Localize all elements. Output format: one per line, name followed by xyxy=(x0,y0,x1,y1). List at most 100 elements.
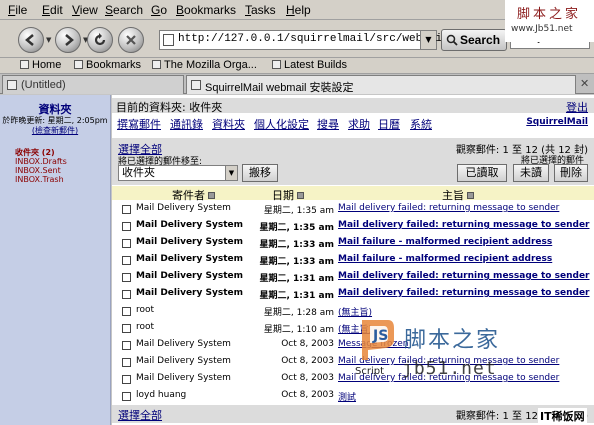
row-date: 星期二, 1:28 am xyxy=(263,308,334,318)
url-history-dropdown-icon[interactable]: ▼ xyxy=(420,31,436,49)
tab-untitled[interactable]: (Untitled) xyxy=(2,75,184,94)
menu-search[interactable]: Search xyxy=(105,3,143,17)
url-bar[interactable]: http://127.0.0.1/squirrelmail/src/webmai… xyxy=(159,30,475,50)
row-from: Mail Delivery System xyxy=(136,288,243,298)
menu-bookmarks[interactable]: Bookmarks xyxy=(176,3,236,17)
menu-file[interactable]: File xyxy=(8,3,27,17)
logout-link[interactable]: 登出 xyxy=(566,99,588,115)
search-button[interactable]: Search xyxy=(441,29,507,51)
row-from: root xyxy=(136,305,155,315)
bookmark-label: Home xyxy=(32,59,62,71)
delete-button[interactable]: 刪除 xyxy=(554,164,588,182)
row-from: Mail Delivery System xyxy=(136,271,243,281)
current-folder-label: 目前的資料夾: 收件夾 xyxy=(116,101,223,114)
link-help[interactable]: 求助 xyxy=(348,116,370,132)
stop-button[interactable] xyxy=(118,27,144,53)
mark-unread-button[interactable]: 未讀 xyxy=(513,164,549,182)
move-folder-select[interactable]: 收件夾 ▼ xyxy=(118,165,238,181)
row-checkbox[interactable] xyxy=(122,256,131,265)
link-folders[interactable]: 資料夾 xyxy=(212,116,245,132)
row-subject-link[interactable]: Mail delivery failed: returning message … xyxy=(338,203,592,213)
row-checkbox[interactable] xyxy=(122,307,131,316)
row-checkbox[interactable] xyxy=(122,392,131,401)
folder-sent[interactable]: INBOX.Sent xyxy=(15,166,61,175)
link-options[interactable]: 個人化設定 xyxy=(254,116,309,132)
select-all-link-bottom[interactable]: 選擇全部 xyxy=(118,407,162,423)
mark-read-button[interactable]: 已讀取 xyxy=(457,164,507,182)
table-row[interactable]: Mail Delivery System 星期二, 1:31 am Mail del… xyxy=(112,269,594,286)
row-checkbox[interactable] xyxy=(122,239,131,248)
reload-button[interactable] xyxy=(87,27,113,53)
row-checkbox[interactable] xyxy=(122,358,131,367)
row-date: Oct 8, 2003 xyxy=(281,373,334,383)
check-mail-link[interactable]: (檢查新郵件) xyxy=(0,125,110,136)
back-button[interactable] xyxy=(18,27,44,53)
link-search[interactable]: 搜尋 xyxy=(317,116,339,132)
link-system[interactable]: 系統 xyxy=(410,116,432,132)
home-icon xyxy=(20,60,29,69)
row-checkbox[interactable] xyxy=(122,375,131,384)
row-subject-link[interactable]: Mail failure - malformed recipient addre… xyxy=(338,254,592,264)
bookmark-home[interactable]: Home xyxy=(20,59,61,71)
menu-view[interactable]: View xyxy=(72,3,98,17)
table-row[interactable]: Mail Delivery System 星期二, 1:31 am Mail del… xyxy=(112,286,594,303)
row-subject-link[interactable]: Mail failure - malformed recipient addre… xyxy=(338,237,592,247)
link-addresses[interactable]: 通訊錄 xyxy=(170,116,203,132)
bookmark-latest-builds[interactable]: Latest Builds xyxy=(272,59,347,71)
sort-icon[interactable] xyxy=(297,192,304,199)
tab-page-icon xyxy=(191,80,201,90)
table-row[interactable]: Mail Delivery System 星期二, 1:33 am Mail fai… xyxy=(112,235,594,252)
watermark-big-text: 脚本之家 xyxy=(404,328,501,353)
row-checkbox[interactable] xyxy=(122,205,131,214)
sort-icon[interactable] xyxy=(467,192,474,199)
close-tab-icon[interactable]: ✕ xyxy=(580,77,589,90)
bookmark-label: Latest Builds xyxy=(284,59,347,71)
forward-arrow-icon xyxy=(65,34,74,46)
menu-go[interactable]: Go xyxy=(151,3,167,17)
link-calendar[interactable]: 日曆 xyxy=(378,116,400,132)
row-from: root xyxy=(136,322,155,332)
row-subject-link[interactable]: 測試 xyxy=(338,390,592,403)
table-row[interactable]: loyd huang Oct 8, 2003 測試 xyxy=(112,388,594,405)
table-row[interactable]: Mail Delivery System 星期二, 1:35 am Mail del… xyxy=(112,201,594,218)
watermark-bottom-text: IT稀饭网 xyxy=(538,408,587,424)
squirrelmail-link[interactable]: SquirrelMail xyxy=(526,117,588,127)
row-subject-link[interactable]: Mail delivery failed: returning message … xyxy=(338,288,592,298)
menu-help[interactable]: Help xyxy=(286,3,311,17)
message-controls: 選擇全部 觀察郵件: 1 至 12 (共 12 封) 將已選擇的郵件移至: 將已… xyxy=(112,138,594,185)
forward-button[interactable] xyxy=(55,27,81,53)
menu-tasks[interactable]: Tasks xyxy=(245,3,276,17)
sort-icon[interactable] xyxy=(208,192,215,199)
row-checkbox[interactable] xyxy=(122,324,131,333)
row-date: 星期二, 1:33 am xyxy=(259,257,334,267)
watermark-top: 脚本之家 www.Jb51.net xyxy=(505,0,594,42)
row-subject-link[interactable]: Mail delivery failed: returning message … xyxy=(338,271,592,281)
folder-trash[interactable]: INBOX.Trash xyxy=(15,175,64,184)
bookmark-mozilla[interactable]: The Mozilla Orga... xyxy=(152,59,257,71)
row-checkbox[interactable] xyxy=(122,341,131,350)
search-button-label: Search xyxy=(460,33,501,47)
table-row[interactable]: Mail Delivery System 星期二, 1:33 am Mail fai… xyxy=(112,252,594,269)
row-from: Mail Delivery System xyxy=(136,203,231,213)
row-checkbox[interactable] xyxy=(122,222,131,231)
menu-edit[interactable]: Edit xyxy=(42,3,63,17)
row-checkbox[interactable] xyxy=(122,290,131,299)
table-row[interactable]: Mail Delivery System Oct 8, 2003 Message f… xyxy=(112,337,594,354)
table-row[interactable]: root 星期二, 1:10 am (無主旨) xyxy=(112,320,594,337)
row-subject-link[interactable]: Mail delivery failed: returning message … xyxy=(338,220,592,230)
tab-squirrelmail[interactable]: SquirrelMail webmail 安裝設定 xyxy=(186,75,576,94)
table-row[interactable]: Mail Delivery System Oct 8, 2003 Mail deli… xyxy=(112,354,594,371)
bookmark-page-icon xyxy=(272,60,281,69)
table-row[interactable]: Mail Delivery System Oct 8, 2003 Mail deli… xyxy=(112,371,594,388)
bookmark-bookmarks[interactable]: Bookmarks xyxy=(74,59,141,71)
move-button[interactable]: 搬移 xyxy=(242,164,278,182)
tab-page-icon xyxy=(7,80,17,90)
tab-label: SquirrelMail webmail 安裝設定 xyxy=(205,82,354,94)
message-list-pane: 目前的資料夾: 收件夾 登出 撰寫郵件 通訊錄 資料夾 個人化設定 搜尋 求助 … xyxy=(112,95,594,425)
row-checkbox[interactable] xyxy=(122,273,131,282)
table-row[interactable]: root 星期二, 1:28 am (無主旨) xyxy=(112,303,594,320)
back-dropdown-icon[interactable]: ▼ xyxy=(46,36,51,44)
link-compose[interactable]: 撰寫郵件 xyxy=(117,116,161,132)
folder-drafts[interactable]: INBOX.Drafts xyxy=(15,157,67,166)
table-row[interactable]: Mail Delivery System 星期二, 1:35 am Mail del… xyxy=(112,218,594,235)
